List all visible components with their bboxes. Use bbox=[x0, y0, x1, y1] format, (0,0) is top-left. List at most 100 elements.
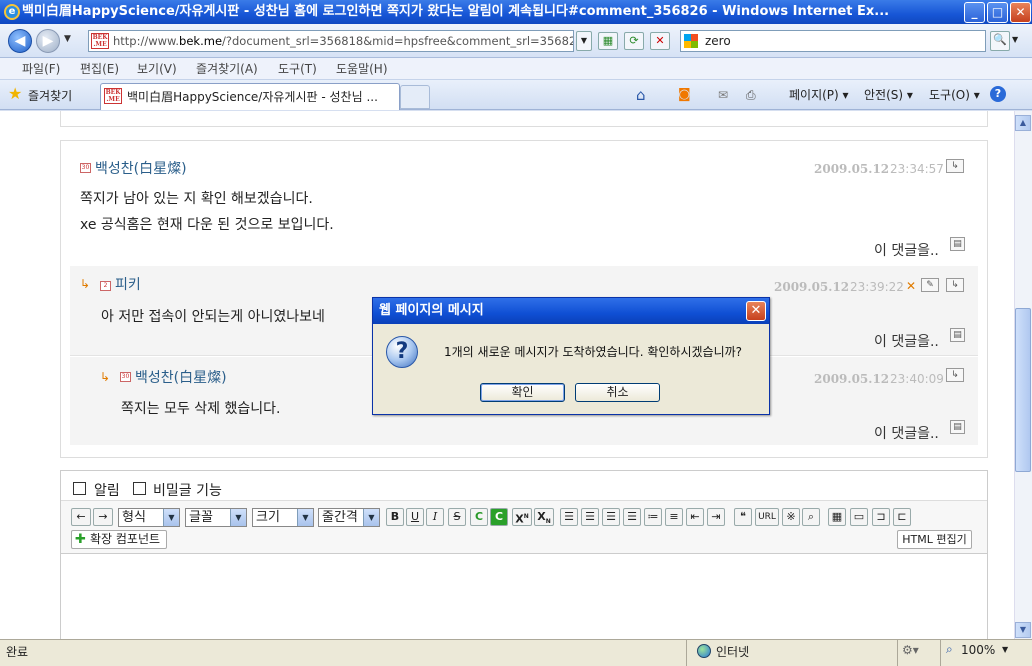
new-tab-button[interactable] bbox=[400, 85, 430, 109]
subscript-label: X bbox=[537, 510, 546, 523]
mail-icon[interactable]: ✉ bbox=[718, 86, 728, 104]
minimize-button[interactable]: _ bbox=[964, 2, 985, 23]
quote-icon[interactable]: ❝ bbox=[734, 508, 752, 526]
reply-to-comment-link[interactable]: 이 댓글을.. bbox=[874, 423, 939, 443]
close-window-button[interactable]: ✕ bbox=[1010, 2, 1031, 23]
align-center-icon[interactable]: ☰ bbox=[581, 508, 599, 526]
maximize-button[interactable]: □ bbox=[987, 2, 1008, 23]
comment-action-icon[interactable]: ▤ bbox=[950, 420, 965, 434]
cancel-button[interactable]: 취소 bbox=[575, 383, 660, 402]
scroll-up-icon[interactable]: ▲ bbox=[1015, 115, 1031, 131]
edit-icon[interactable]: ✎ bbox=[921, 278, 939, 292]
link-icon[interactable]: URL bbox=[755, 508, 779, 526]
dialog-close-button[interactable]: ✕ bbox=[746, 301, 766, 321]
delete-icon[interactable]: ✕ bbox=[906, 279, 916, 293]
align-right-icon[interactable]: ☰ bbox=[602, 508, 620, 526]
forward-button[interactable]: ▶ bbox=[36, 29, 60, 53]
status-divider bbox=[940, 640, 941, 666]
find-icon[interactable]: ⌕ bbox=[802, 508, 820, 526]
special-char-icon[interactable]: ※ bbox=[782, 508, 800, 526]
help-icon[interactable]: ? bbox=[990, 86, 1006, 102]
subscript-button[interactable]: XN bbox=[534, 508, 554, 526]
zoom-level[interactable]: 100% bbox=[961, 643, 995, 657]
reply-to-comment-link[interactable]: 이 댓글을.. bbox=[874, 240, 939, 260]
ordered-list-icon[interactable]: ≔ bbox=[644, 508, 662, 526]
dialog-title: 웹 페이지의 메시지 bbox=[373, 298, 769, 324]
align-left-icon[interactable]: ☰ bbox=[560, 508, 578, 526]
strike-button[interactable]: S bbox=[448, 508, 466, 526]
scroll-down-icon[interactable]: ▼ bbox=[1015, 622, 1031, 638]
bg-color-button[interactable]: C bbox=[490, 508, 508, 526]
comment-action-icon[interactable]: ▤ bbox=[950, 237, 965, 251]
secret-checkbox[interactable] bbox=[133, 482, 146, 495]
lineheight-select[interactable]: 줄간격 ▼ bbox=[318, 508, 380, 527]
safety-menu[interactable]: 안전(S) ▾ bbox=[864, 86, 913, 104]
text-color-button[interactable]: C bbox=[470, 508, 488, 526]
url-dropdown-icon[interactable]: ▼ bbox=[576, 31, 592, 51]
secret-label: 비밀글 기능 bbox=[153, 483, 222, 499]
unordered-list-icon[interactable]: ≡ bbox=[665, 508, 683, 526]
redo-icon[interactable]: → bbox=[93, 508, 113, 526]
cell-icon[interactable]: ▭ bbox=[850, 508, 868, 526]
menu-tools[interactable]: 도구(T) bbox=[278, 58, 317, 80]
superscript-label: X bbox=[515, 512, 524, 526]
favorites-star-icon[interactable]: ★ bbox=[8, 86, 22, 102]
font-select[interactable]: 글꼴 ▼ bbox=[185, 508, 247, 527]
align-justify-icon[interactable]: ☰ bbox=[623, 508, 641, 526]
superscript-button[interactable]: XN bbox=[512, 508, 532, 526]
editor-textarea[interactable] bbox=[61, 555, 987, 639]
menu-view[interactable]: 보기(V) bbox=[137, 58, 177, 80]
reply-icon[interactable]: ↳ bbox=[946, 159, 964, 173]
split-cells-icon[interactable]: ⊏ bbox=[893, 508, 911, 526]
ok-button[interactable]: 확인 bbox=[480, 383, 565, 402]
outdent-icon[interactable]: ⇤ bbox=[686, 508, 704, 526]
comment-text-line: 아 저만 접속이 안되는게 아니였나보네 bbox=[101, 309, 325, 325]
table-icon[interactable]: ▦ bbox=[828, 508, 846, 526]
format-select[interactable]: 형식 ▼ bbox=[118, 508, 180, 527]
italic-button[interactable]: I bbox=[426, 508, 444, 526]
html-editor-button[interactable]: HTML 편집기 bbox=[897, 530, 972, 549]
reply-icon[interactable]: ↳ bbox=[946, 368, 964, 382]
reply-to-comment-link[interactable]: 이 댓글을.. bbox=[874, 331, 939, 351]
stop-icon[interactable]: ✕ bbox=[650, 32, 670, 50]
history-dropdown-icon[interactable]: ▼ bbox=[64, 34, 71, 44]
member-badge-icon: 30 bbox=[80, 163, 91, 173]
merge-cells-icon[interactable]: ⊐ bbox=[872, 508, 890, 526]
menu-edit[interactable]: 편집(E) bbox=[80, 58, 119, 80]
notify-checkbox[interactable] bbox=[73, 482, 86, 495]
search-icon[interactable]: 🔍 bbox=[990, 31, 1010, 51]
home-icon[interactable]: ⌂ bbox=[636, 86, 646, 104]
comment-action-icon[interactable]: ▤ bbox=[950, 328, 965, 342]
menu-file[interactable]: 파일(F) bbox=[22, 58, 60, 80]
print-icon[interactable]: ⎙ bbox=[746, 86, 756, 104]
reply-icon[interactable]: ↳ bbox=[946, 278, 964, 292]
indent-icon[interactable]: ⇥ bbox=[707, 508, 725, 526]
zoom-dropdown-icon[interactable]: ▼ bbox=[1002, 645, 1008, 654]
comment-author[interactable]: 백성찬(白星燦) bbox=[135, 367, 227, 387]
size-select[interactable]: 크기 ▼ bbox=[252, 508, 314, 527]
undo-icon[interactable]: ← bbox=[71, 508, 91, 526]
tab-active[interactable]: 백미白眉HappyScience/자유게시판 - 성찬님 ... bbox=[100, 83, 400, 110]
address-input[interactable]: http://www.bek.me/?document_srl=356818&m… bbox=[88, 30, 574, 52]
zoom-icon[interactable]: ⌕ bbox=[946, 642, 953, 657]
site-favicon-icon: BEK .ME bbox=[91, 33, 109, 49]
protected-mode-icon[interactable]: ⚙▾ bbox=[902, 643, 919, 657]
refresh-icon[interactable]: ⟳ bbox=[624, 32, 644, 50]
comment-author[interactable]: 피키 bbox=[115, 274, 141, 294]
favorites-button[interactable]: 즐겨찾기 bbox=[28, 87, 72, 104]
scroll-thumb[interactable] bbox=[1015, 308, 1031, 472]
search-input[interactable]: zero bbox=[680, 30, 986, 52]
menu-favorites[interactable]: 즐겨찾기(A) bbox=[196, 58, 258, 80]
tab-favicon-icon: BEK .ME bbox=[104, 88, 122, 104]
bold-button[interactable]: B bbox=[386, 508, 404, 526]
page-menu[interactable]: 페이지(P) ▾ bbox=[789, 86, 849, 104]
rss-feed-icon[interactable]: ◙ bbox=[678, 86, 691, 104]
security-zone: 인터넷 bbox=[716, 645, 750, 659]
tools-menu[interactable]: 도구(O) ▾ bbox=[929, 86, 980, 104]
search-options-icon[interactable]: ▼ bbox=[1012, 35, 1018, 44]
underline-button[interactable]: U bbox=[406, 508, 424, 526]
back-button[interactable]: ◀ bbox=[8, 29, 32, 53]
menu-help[interactable]: 도움말(H) bbox=[336, 58, 388, 80]
compatibility-icon[interactable]: ▦ bbox=[598, 32, 618, 50]
comment-author[interactable]: 백성찬(白星燦) bbox=[95, 158, 187, 178]
